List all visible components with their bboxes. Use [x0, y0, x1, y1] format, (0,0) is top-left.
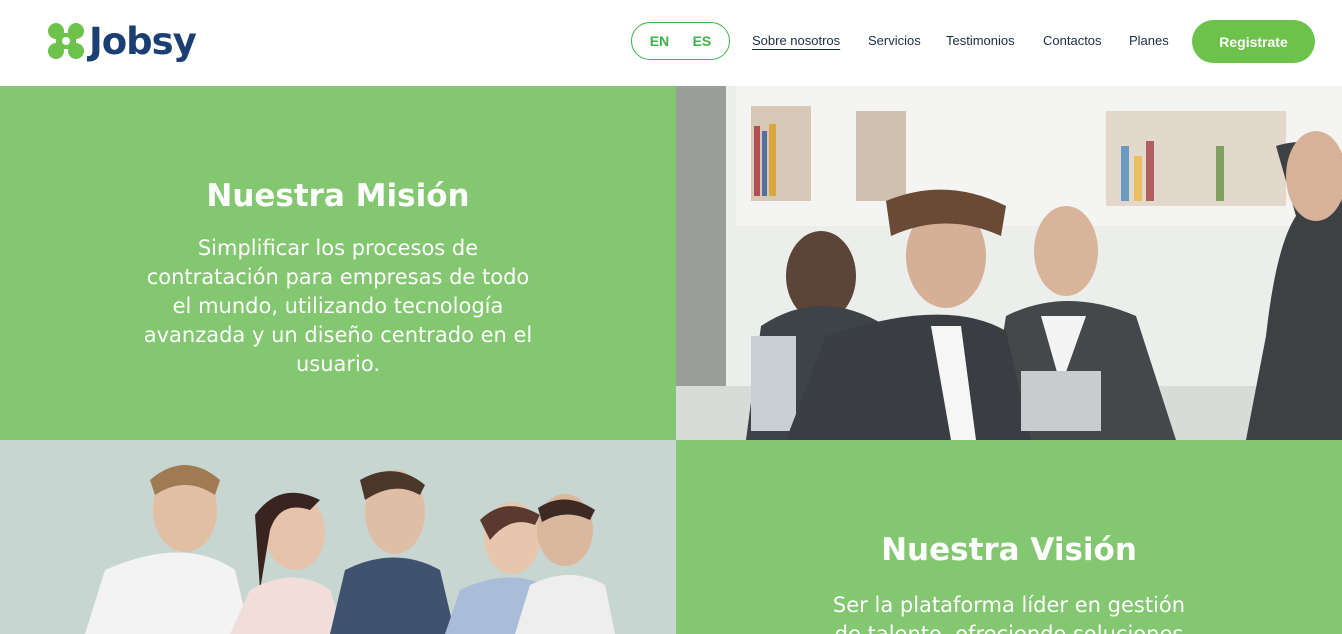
nav-sobre-nosotros[interactable]: Sobre nosotros	[752, 33, 840, 48]
nav-servicios[interactable]: Servicios	[868, 33, 921, 48]
lang-en-button[interactable]: EN	[650, 33, 669, 49]
vision-section: Nuestra Visión Ser la plataforma líder e…	[676, 440, 1342, 634]
mission-title: Nuestra Misión	[206, 178, 470, 214]
mission-section: Nuestra Misión Simplificar los procesos …	[0, 86, 676, 440]
vision-text: Ser la plataforma líder en gestión de ta…	[832, 593, 1186, 634]
mission-text: Simplificar los procesos de contratación…	[143, 236, 533, 376]
register-button[interactable]: Registrate	[1192, 20, 1315, 63]
lang-es-button[interactable]: ES	[693, 33, 712, 49]
meeting-photo	[676, 86, 1342, 440]
site-header: Jobsy EN ES Sobre nosotros Servicios Tes…	[0, 0, 1342, 86]
nav-contactos[interactable]: Contactos	[1043, 33, 1102, 48]
language-switcher: EN ES	[631, 22, 730, 60]
vision-title: Nuestra Visión	[881, 532, 1137, 568]
nav-planes[interactable]: Planes	[1129, 33, 1169, 48]
candidates-photo	[0, 440, 676, 634]
meeting-photo-image	[676, 86, 1342, 440]
brand-name: Jobsy	[89, 19, 197, 63]
candidates-photo-image	[0, 440, 676, 634]
logo[interactable]: Jobsy	[47, 18, 197, 64]
nav-testimonios[interactable]: Testimonios	[946, 33, 1015, 48]
jobsy-logo-icon	[48, 23, 84, 59]
